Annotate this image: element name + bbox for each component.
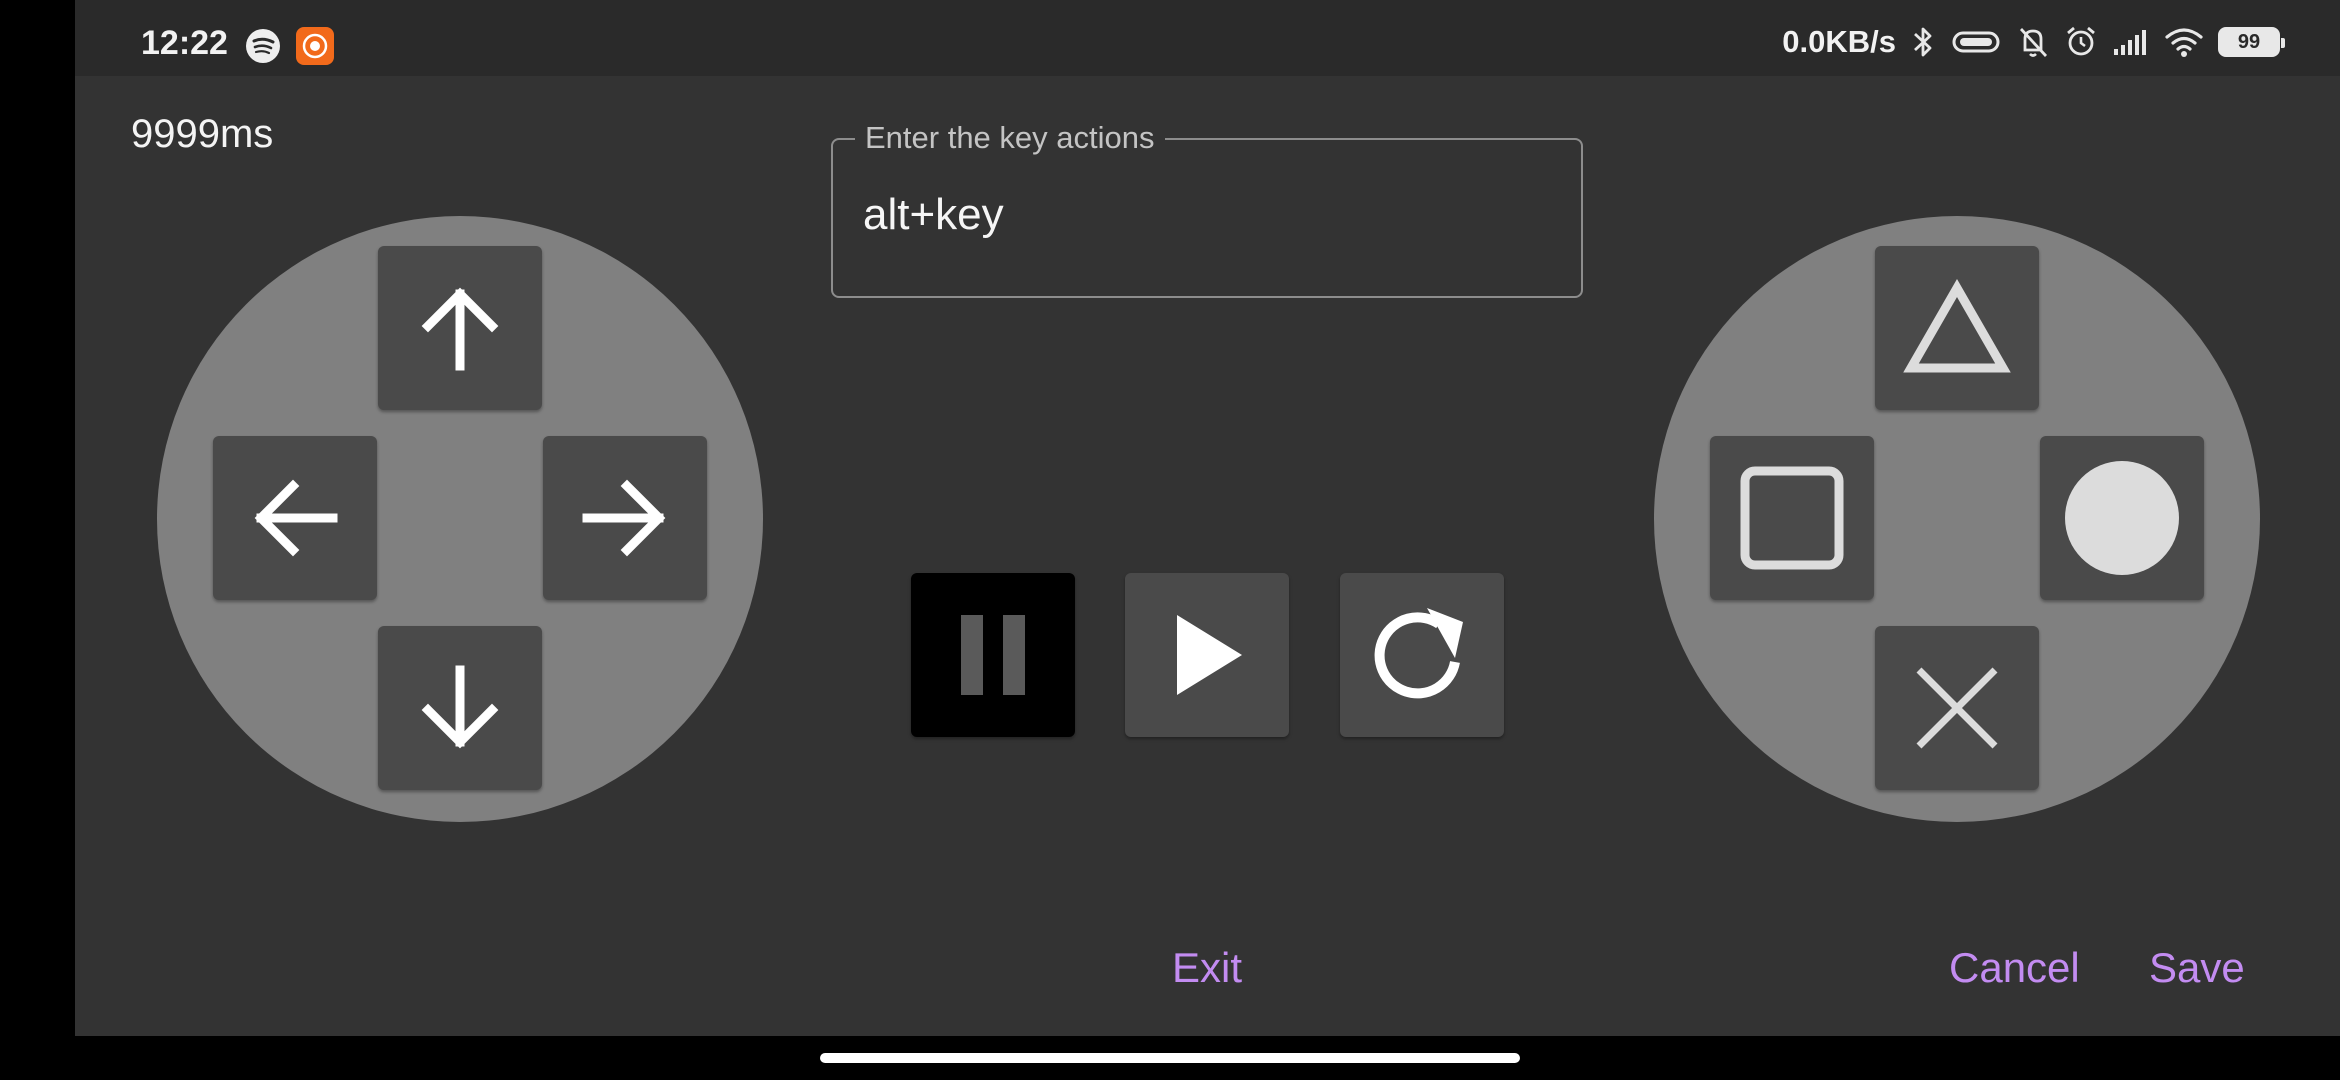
- alarm-icon: [2067, 26, 2095, 56]
- dpad: [157, 216, 763, 822]
- left-button[interactable]: [213, 436, 377, 600]
- square-icon: [1740, 466, 1844, 570]
- battery-icon: 99: [2218, 27, 2285, 57]
- cross-icon: [1916, 667, 1998, 749]
- down-button[interactable]: [378, 626, 542, 790]
- up-button[interactable]: [378, 246, 542, 410]
- arrow-down-icon: [421, 665, 499, 749]
- pause-icon: [961, 615, 1025, 695]
- right-button[interactable]: [543, 436, 707, 600]
- triangle-button[interactable]: [1875, 246, 2039, 410]
- key-actions-input[interactable]: [863, 190, 1543, 240]
- action-pad: [1654, 216, 2260, 822]
- play-icon: [1177, 615, 1242, 695]
- bluetooth-icon: [1914, 27, 1932, 57]
- net-speed: 0.0KB/s: [1782, 24, 1896, 59]
- save-button[interactable]: Save: [2149, 944, 2245, 992]
- circle-icon: [2065, 461, 2179, 575]
- spotify-icon: [246, 29, 280, 63]
- replay-button[interactable]: [1340, 573, 1504, 737]
- key-actions-field[interactable]: Enter the key actions: [831, 120, 1583, 298]
- arrow-left-icon: [254, 479, 338, 557]
- arrow-up-icon: [421, 287, 499, 371]
- triangle-icon: [1903, 278, 2011, 373]
- cross-button[interactable]: [1875, 626, 2039, 790]
- mute-icon: [2019, 28, 2048, 57]
- play-button[interactable]: [1125, 573, 1289, 737]
- status-bar: 12:22 0.0KB/s 99: [75, 0, 2340, 76]
- app-screen: 9999ms Enter the key actions alt+key Exi…: [75, 76, 2340, 1036]
- screen-record-icon: [296, 27, 334, 65]
- vibrate-icon: [1952, 31, 2000, 53]
- exit-button[interactable]: Exit: [1172, 944, 1242, 992]
- pause-button[interactable]: [911, 573, 1075, 737]
- arrow-right-icon: [582, 479, 666, 557]
- status-right: 0.0KB/s 99: [1782, 22, 2285, 62]
- replay-icon: [1374, 608, 1463, 699]
- cancel-button[interactable]: Cancel: [1949, 944, 2080, 992]
- circle-button[interactable]: [2040, 436, 2204, 600]
- signal-icon: [2114, 30, 2146, 55]
- square-button[interactable]: [1710, 436, 1874, 600]
- home-indicator[interactable]: [820, 1053, 1520, 1063]
- delay-label: 9999ms: [131, 112, 274, 156]
- status-time: 12:22: [141, 24, 228, 62]
- key-actions-label: Enter the key actions: [855, 120, 1165, 156]
- wifi-icon: [2165, 28, 2203, 57]
